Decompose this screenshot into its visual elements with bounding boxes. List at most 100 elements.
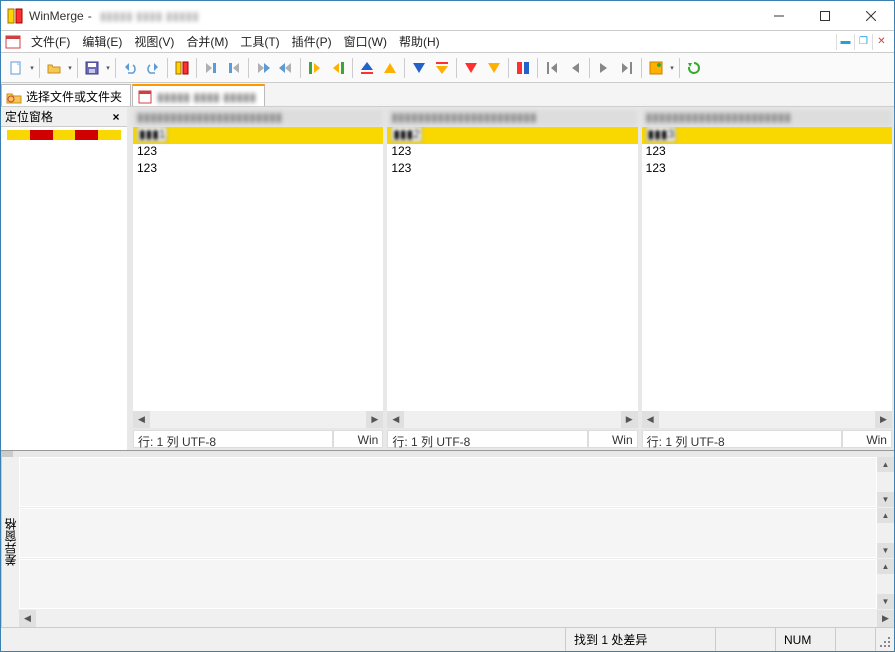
new-dropdown[interactable]: ▾ [28,57,36,79]
location-map[interactable] [7,130,121,140]
menu-plugins[interactable]: 插件(P) [286,31,338,52]
pane-c-status: 行: 1 列 UTF-8 Win [642,430,892,448]
pane-b-editor[interactable]: ▮▮▮2 123 123 [387,127,637,411]
menu-file[interactable]: 文件(F) [25,31,76,52]
mdi-close-button[interactable]: ✕ [872,34,890,50]
next-diff-icon[interactable] [408,57,430,79]
pane-c-line-2[interactable]: 123 [642,144,892,161]
prev-file-icon[interactable] [564,57,586,79]
scroll-right-icon[interactable]: ▶ [877,610,894,627]
file-path-row: ▮▮▮▮▮▮▮▮▮▮▮▮▮▮▮▮▮▮▮▮▮▮ ▮▮▮▮▮▮▮▮▮▮▮▮▮▮▮▮▮… [131,107,894,127]
pane-c-line-3[interactable]: 123 [642,161,892,178]
pane-a-line-3[interactable]: 123 [133,161,383,178]
pane-a-hscroll[interactable]: ◀▶ [133,411,383,428]
app-window: WinMerge - ▮▮▮▮▮ ▮▮▮▮ ▮▮▮▮▮ 文件(F) 编辑(E) … [0,0,895,652]
open-icon[interactable] [43,57,65,79]
all-left-icon[interactable] [327,57,349,79]
pane-a-line-2[interactable]: 123 [133,144,383,161]
pane-a-status-eol: Win [333,430,383,448]
pane-a-status-pos: 行: 1 列 UTF-8 [133,430,333,448]
first-file-icon[interactable] [541,57,563,79]
diff-panes-icon[interactable] [171,57,193,79]
last-file-icon[interactable] [616,57,638,79]
scroll-left-icon[interactable]: ◀ [642,411,659,428]
menu-bar: 文件(F) 编辑(E) 视图(V) 合并(M) 工具(T) 插件(P) 窗口(W… [1,31,894,53]
file-path-b[interactable]: ▮▮▮▮▮▮▮▮▮▮▮▮▮▮▮▮▮▮▮▮▮▮ [387,109,637,127]
copy-right-icon[interactable] [200,57,222,79]
menu-help[interactable]: 帮助(H) [393,31,446,52]
minimize-button[interactable] [756,1,802,31]
pane-b-line-1[interactable]: ▮▮▮2 [387,127,637,144]
pane-c-editor[interactable]: ▮▮▮3 123 123 [642,127,892,411]
diff-row-vscroll[interactable]: ▲▼ [877,559,894,609]
redo-icon[interactable] [142,57,164,79]
title-bar[interactable]: WinMerge - ▮▮▮▮▮ ▮▮▮▮ ▮▮▮▮▮ [1,1,894,31]
resize-grip-icon[interactable] [876,628,894,651]
open-dropdown[interactable]: ▾ [66,57,74,79]
undo-icon[interactable] [119,57,141,79]
diff-cell[interactable] [20,560,876,608]
location-pane-header[interactable]: 定位窗格 × [1,107,127,127]
next-diff-left-icon[interactable] [483,57,505,79]
pane-b-line-3[interactable]: 123 [387,161,637,178]
maximize-button[interactable] [802,1,848,31]
next-file-icon[interactable] [593,57,615,79]
mdi-restore-button[interactable]: ❐ [854,34,872,50]
save-icon[interactable] [81,57,103,79]
scroll-right-icon[interactable]: ▶ [621,411,638,428]
mdi-icon[interactable] [5,34,21,50]
next-conflict-icon[interactable] [512,57,534,79]
pane-a-line-1[interactable]: ▮▮▮1 [133,127,383,144]
options-dropdown[interactable]: ▾ [668,57,676,79]
pane-b-status-eol: Win [588,430,638,448]
menu-merge[interactable]: 合并(M) [180,31,234,52]
copy-left-advance-icon[interactable] [275,57,297,79]
diff-pane-rows: ▲▼ ▲▼ ▲▼ ◀ ▶ [19,457,894,627]
diff-cell[interactable] [20,509,876,557]
copy-left-icon[interactable] [223,57,245,79]
file-path-c[interactable]: ▮▮▮▮▮▮▮▮▮▮▮▮▮▮▮▮▮▮▮▮▮▮ [642,109,892,127]
pane-a-editor[interactable]: ▮▮▮1 123 123 [133,127,383,411]
status-bar: 找到 1 处差异 NUM [1,627,894,651]
menu-window[interactable]: 窗口(W) [338,31,393,52]
status-message [1,628,566,651]
all-right-icon[interactable] [304,57,326,79]
tab-compare-document-label: ▮▮▮▮▮ ▮▮▮▮ ▮▮▮▮▮ [157,90,256,104]
tab-compare-document[interactable]: ▮▮▮▮▮ ▮▮▮▮ ▮▮▮▮▮ [132,84,265,106]
file-path-a[interactable]: ▮▮▮▮▮▮▮▮▮▮▮▮▮▮▮▮▮▮▮▮▮▮ [133,109,383,127]
mdi-minimize-button[interactable]: ▬ [836,34,854,50]
menu-tools[interactable]: 工具(T) [234,31,285,52]
pane-b-hscroll[interactable]: ◀▶ [387,411,637,428]
diff-row-vscroll[interactable]: ▲▼ [877,508,894,558]
scroll-left-icon[interactable]: ◀ [133,411,150,428]
close-button[interactable] [848,1,894,31]
next-diff-right-icon[interactable] [460,57,482,79]
menu-view[interactable]: 视图(V) [128,31,180,52]
last-diff-icon[interactable] [431,57,453,79]
prev-diff-icon[interactable] [379,57,401,79]
scroll-left-icon[interactable]: ◀ [19,610,36,627]
options-icon[interactable] [645,57,667,79]
scroll-right-icon[interactable]: ▶ [366,411,383,428]
first-diff-icon[interactable] [356,57,378,79]
diff-cell[interactable] [20,458,876,506]
pane-b-line-2[interactable]: 123 [387,144,637,161]
diff-row-vscroll[interactable]: ▲▼ [877,457,894,507]
location-pane-body[interactable] [1,127,127,450]
scroll-right-icon[interactable]: ▶ [875,411,892,428]
diff-pane-hscroll[interactable]: ◀ ▶ [19,610,894,627]
copy-right-advance-icon[interactable] [252,57,274,79]
pane-c-hscroll[interactable]: ◀▶ [642,411,892,428]
tab-strip: 选择文件或文件夹 ▮▮▮▮▮ ▮▮▮▮ ▮▮▮▮▮ [1,83,894,107]
diff-row-1: ▲▼ [19,457,894,508]
new-icon[interactable] [5,57,27,79]
menu-edit[interactable]: 编辑(E) [76,31,128,52]
tab-select-files[interactable]: 选择文件或文件夹 [1,84,131,106]
location-pane-close-icon[interactable]: × [109,110,123,124]
diff-row-2: ▲▼ [19,508,894,559]
scroll-left-icon[interactable]: ◀ [387,411,404,428]
save-dropdown[interactable]: ▾ [104,57,112,79]
refresh-icon[interactable] [683,57,705,79]
pane-c-line-1[interactable]: ▮▮▮3 [642,127,892,144]
pane-b: ▮▮▮2 123 123 ◀▶ [387,127,637,428]
